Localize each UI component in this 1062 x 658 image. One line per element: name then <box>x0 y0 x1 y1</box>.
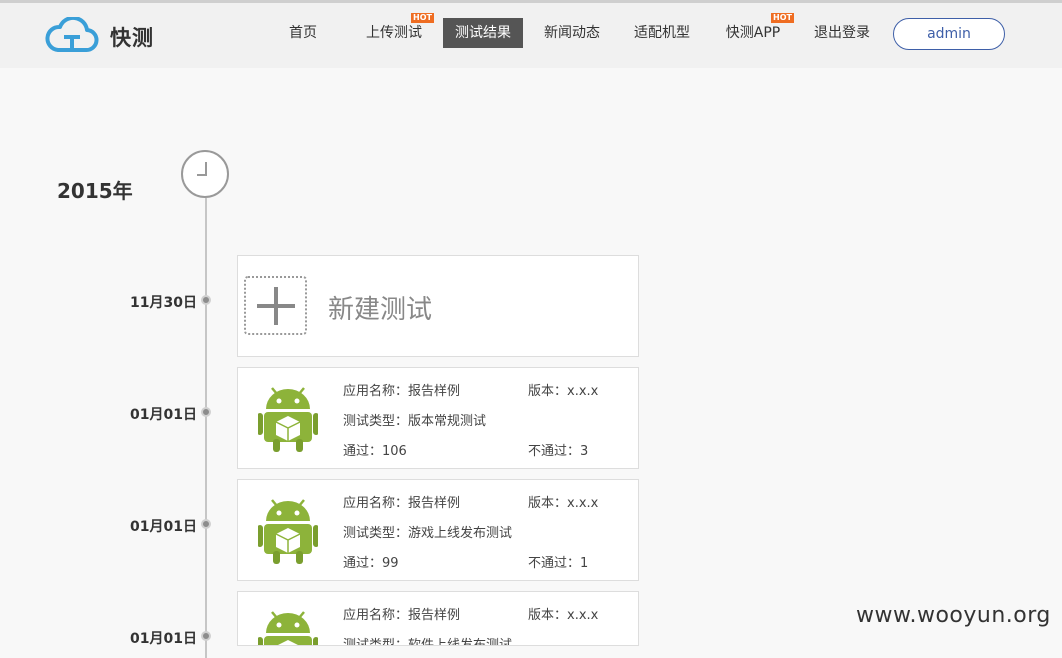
app-version: 版本：x.x.x <box>528 384 599 399</box>
clock-icon <box>181 150 229 198</box>
timeline-date: 11月30日 <box>130 295 197 311</box>
fail-count: 不通过：3 <box>528 444 589 459</box>
new-test-card[interactable]: 新建测试 <box>237 255 639 357</box>
nav-news[interactable]: 新闻动态 <box>539 18 605 48</box>
cloud-icon <box>45 17 99 52</box>
hot-badge: HOT <box>771 13 794 23</box>
timeline-date: 01月01日 <box>130 407 197 423</box>
android-icon <box>258 611 318 645</box>
nav-app[interactable]: 快测APP HOT <box>720 13 794 48</box>
timeline-date: 01月01日 <box>130 631 197 647</box>
android-icon <box>258 387 318 452</box>
nav-upload-test[interactable]: 上传测试 HOT <box>362 13 434 48</box>
nav-label: 首页 <box>289 25 317 41</box>
nav-label: 快测APP <box>725 25 781 41</box>
nav-test-results[interactable]: 测试结果 <box>443 18 523 48</box>
timeline-dot <box>201 407 211 417</box>
timeline-dot <box>201 295 211 305</box>
timeline-line <box>205 198 207 658</box>
logo-text: 快测 <box>110 26 154 50</box>
fail-count: 不通过：1 <box>528 556 589 571</box>
timeline-dot <box>201 631 211 641</box>
nav-label: 测试结果 <box>455 25 511 41</box>
user-button[interactable]: admin <box>893 18 1005 50</box>
app-name: 应用名称：报告样例 <box>343 496 461 511</box>
app-name: 应用名称：报告样例 <box>343 608 461 623</box>
hot-badge: HOT <box>411 13 434 23</box>
nav-label: 新闻动态 <box>544 25 600 41</box>
timeline-date: 01月01日 <box>130 519 197 535</box>
app-version: 版本：x.x.x <box>528 608 599 623</box>
new-test-label: 新建测试 <box>328 295 433 325</box>
test-result-card[interactable]: 应用名称：报告样例 版本：x.x.x 测试类型：游戏上线发布测试 通过：99 不… <box>237 479 639 581</box>
test-result-card[interactable]: 应用名称：报告样例 版本：x.x.x 测试类型：版本常规测试 通过：106 不通… <box>237 367 639 469</box>
plus-icon <box>244 276 307 335</box>
nav-home[interactable]: 首页 <box>282 18 324 48</box>
timeline-dot <box>201 519 211 529</box>
nav-logout[interactable]: 退出登录 <box>809 18 875 48</box>
nav-label: 适配机型 <box>634 25 690 41</box>
pass-count: 通过：106 <box>343 444 407 459</box>
test-result-card[interactable]: 应用名称：报告样例 版本：x.x.x 测试类型：软件上线发布测试 <box>237 591 639 646</box>
app-version: 版本：x.x.x <box>528 496 599 511</box>
test-type: 测试类型：版本常规测试 <box>343 414 487 429</box>
pass-count: 通过：99 <box>343 556 399 571</box>
nav-compatible-devices[interactable]: 适配机型 <box>629 18 695 48</box>
android-icon <box>258 499 318 564</box>
test-type: 测试类型：软件上线发布测试 <box>343 638 513 646</box>
test-type: 测试类型：游戏上线发布测试 <box>343 526 513 541</box>
header: 快测 首页 上传测试 HOT 测试结果 新闻动态 适配机型 快测APP HOT 退出… <box>0 3 1062 68</box>
app-name: 应用名称：报告样例 <box>343 384 461 399</box>
logo[interactable]: 快测 <box>44 17 164 57</box>
nav-label: 退出登录 <box>814 25 870 41</box>
nav-label: 上传测试 <box>366 25 422 41</box>
watermark: www.wooyun.org <box>856 603 1051 628</box>
timeline-year: 2015年 <box>57 179 133 203</box>
